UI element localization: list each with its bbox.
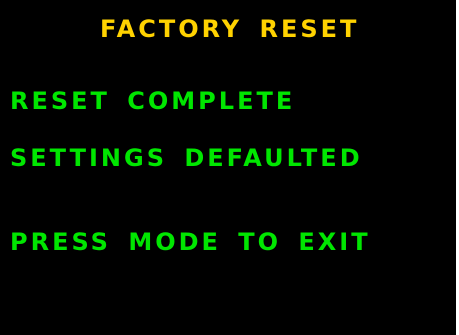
screen-title: FACTORY RESET [100, 15, 360, 43]
status-line-settings-defaulted: SETTINGS DEFAULTED [10, 144, 363, 172]
instruction-line-exit: PRESS MODE TO EXIT [10, 228, 371, 256]
status-line-reset-complete: RESET COMPLETE [10, 87, 296, 115]
device-screen: FACTORY RESET RESET COMPLETE SETTINGS DE… [0, 0, 459, 335]
